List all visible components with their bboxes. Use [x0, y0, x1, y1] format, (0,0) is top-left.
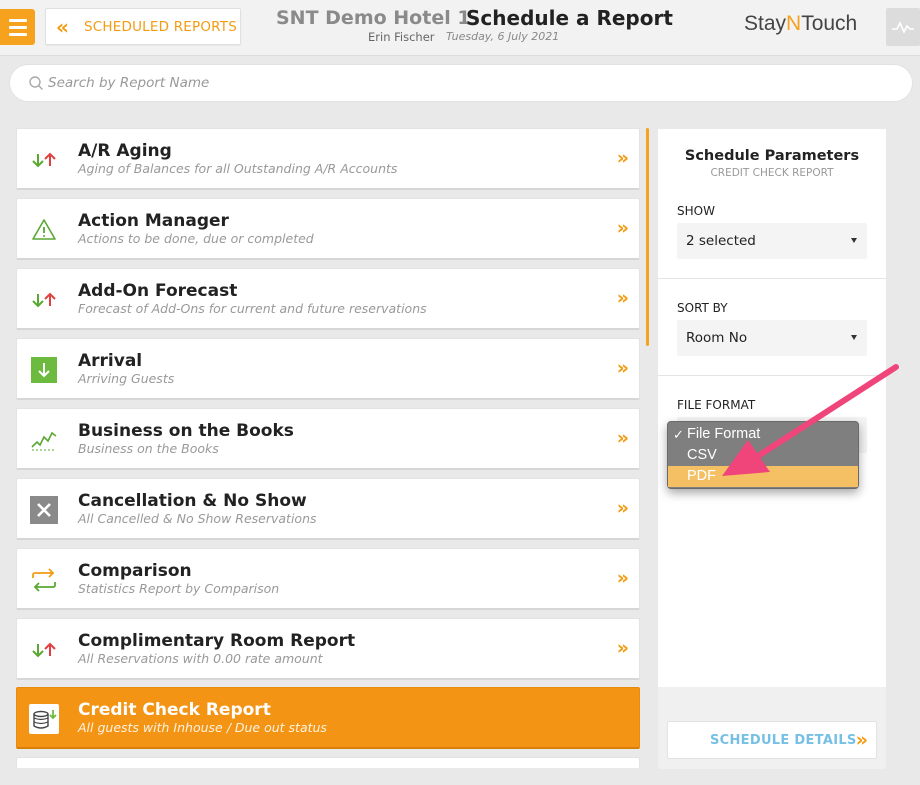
file-format-label: FILE FORMAT: [677, 398, 756, 412]
arrival-icon: [29, 355, 59, 385]
up-down-arrows-icon: [29, 145, 59, 175]
show-select-value: 2 selected: [686, 233, 756, 249]
caret-down-icon: [851, 238, 857, 243]
staynttouch-logo: StayNTouch: [744, 12, 858, 35]
schedule-details-label: SCHEDULE DETAILS: [710, 732, 857, 748]
double-chevron-right-icon: »: [616, 357, 629, 379]
report-title: A/R Aging: [78, 141, 172, 161]
report-subtitle: All guests with Inhouse / Due out status: [78, 720, 327, 735]
report-item-comparison[interactable]: Comparison Statistics Report by Comparis…: [16, 548, 640, 610]
panel-subtitle: CREDIT CHECK REPORT: [710, 167, 834, 179]
top-header: « SCHEDULED REPORTS SNT Demo Hotel 1 Sch…: [0, 0, 920, 56]
schedule-details-button[interactable]: SCHEDULE DETAILS »: [667, 721, 877, 759]
report-item-business-on-the-books[interactable]: Business on the Books Business on the Bo…: [16, 408, 640, 470]
coins-icon: [29, 704, 59, 734]
report-subtitle: All Reservations with 0.00 rate amount: [78, 651, 323, 666]
double-chevron-left-icon: «: [56, 14, 69, 39]
report-item-complimentary-room[interactable]: Complimentary Room Report All Reservatio…: [16, 618, 640, 680]
double-chevron-right-icon: »: [616, 637, 629, 659]
report-subtitle: Statistics Report by Comparison: [78, 581, 280, 596]
list-scrollbar[interactable]: [646, 128, 649, 346]
menu-button[interactable]: [0, 9, 35, 45]
menu-icon-bar: [8, 25, 27, 29]
double-chevron-right-icon: »: [616, 497, 629, 519]
pulse-icon: [892, 21, 914, 34]
search-icon: [29, 76, 43, 90]
page-title: Schedule a Report: [466, 6, 673, 30]
report-item-ar-aging[interactable]: A/R Aging Aging of Balances for all Outs…: [16, 128, 640, 190]
report-item-next[interactable]: [16, 757, 640, 768]
double-chevron-right-icon: »: [616, 567, 629, 589]
file-format-dropdown: ✓ File Format CSV PDF: [667, 421, 859, 489]
compare-arrows-icon: [29, 565, 59, 595]
double-chevron-right-icon: »: [616, 217, 629, 239]
search-placeholder: Search by Report Name: [48, 75, 210, 91]
sort-by-select[interactable]: Room No: [677, 320, 867, 356]
report-item-arrival[interactable]: Arrival Arriving Guests »: [16, 338, 640, 400]
report-title: Comparison: [78, 561, 192, 581]
report-item-add-on-forecast[interactable]: Add-On Forecast Forecast of Add-Ons for …: [16, 268, 640, 330]
menu-icon-bar: [8, 18, 27, 22]
checkmark-icon: ✓: [673, 427, 684, 442]
report-subtitle: Arriving Guests: [78, 371, 175, 386]
double-chevron-right-icon: »: [616, 287, 629, 309]
hotel-name: SNT Demo Hotel 1: [276, 7, 471, 29]
double-chevron-right-icon: »: [616, 427, 629, 449]
double-chevron-right-icon: »: [616, 147, 629, 169]
dropdown-option-csv[interactable]: CSV: [668, 445, 858, 466]
up-down-arrows-icon: [29, 285, 59, 315]
report-title: Arrival: [78, 351, 143, 371]
report-subtitle: Forecast of Add-Ons for current and futu…: [78, 301, 427, 316]
report-title: Business on the Books: [78, 421, 294, 441]
menu-icon-bar: [8, 32, 27, 36]
business-date: Tuesday, 6 July 2021: [446, 30, 560, 43]
report-list: A/R Aging Aging of Balances for all Outs…: [16, 128, 640, 768]
report-title: Credit Check Report: [78, 700, 271, 720]
panel-title: Schedule Parameters: [684, 148, 860, 164]
report-subtitle: Business on the Books: [78, 441, 219, 456]
warning-icon: [29, 215, 59, 245]
up-down-arrows-icon: [29, 635, 59, 665]
report-item-action-manager[interactable]: Action Manager Actions to be done, due o…: [16, 198, 640, 260]
divider: [658, 278, 886, 279]
sort-by-label: SORT BY: [677, 301, 728, 315]
report-subtitle: All Cancelled & No Show Reservations: [78, 511, 317, 526]
sort-by-select-value: Room No: [686, 330, 748, 346]
report-item-credit-check[interactable]: Credit Check Report All guests with Inho…: [16, 687, 640, 749]
trend-chart-icon: [29, 425, 59, 455]
show-select[interactable]: 2 selected: [677, 223, 867, 259]
cancel-icon: [29, 495, 59, 525]
report-item-cancellation-no-show[interactable]: Cancellation & No Show All Cancelled & N…: [16, 478, 640, 540]
activity-button[interactable]: [886, 8, 920, 46]
dropdown-option-file-format[interactable]: ✓ File Format: [668, 424, 858, 445]
double-chevron-right-icon: »: [855, 729, 868, 751]
report-subtitle: Actions to be done, due or completed: [78, 231, 314, 246]
parameters-card: Schedule Parameters CREDIT CHECK REPORT …: [658, 129, 886, 687]
back-to-scheduled-reports-button[interactable]: « SCHEDULED REPORTS: [45, 8, 241, 45]
show-label: SHOW: [677, 204, 715, 218]
divider: [658, 375, 886, 376]
report-subtitle: Aging of Balances for all Outstanding A/…: [78, 161, 398, 176]
report-title: Cancellation & No Show: [78, 491, 307, 511]
report-title: Add-On Forecast: [78, 281, 238, 301]
back-button-label: SCHEDULED REPORTS: [84, 18, 237, 35]
report-title: Complimentary Room Report: [78, 631, 356, 651]
caret-down-icon: [851, 335, 857, 340]
dropdown-option-pdf[interactable]: PDF: [668, 466, 858, 487]
report-title: Action Manager: [78, 211, 229, 231]
user-name: Erin Fischer: [368, 30, 435, 44]
search-input[interactable]: Search by Report Name: [9, 64, 913, 102]
